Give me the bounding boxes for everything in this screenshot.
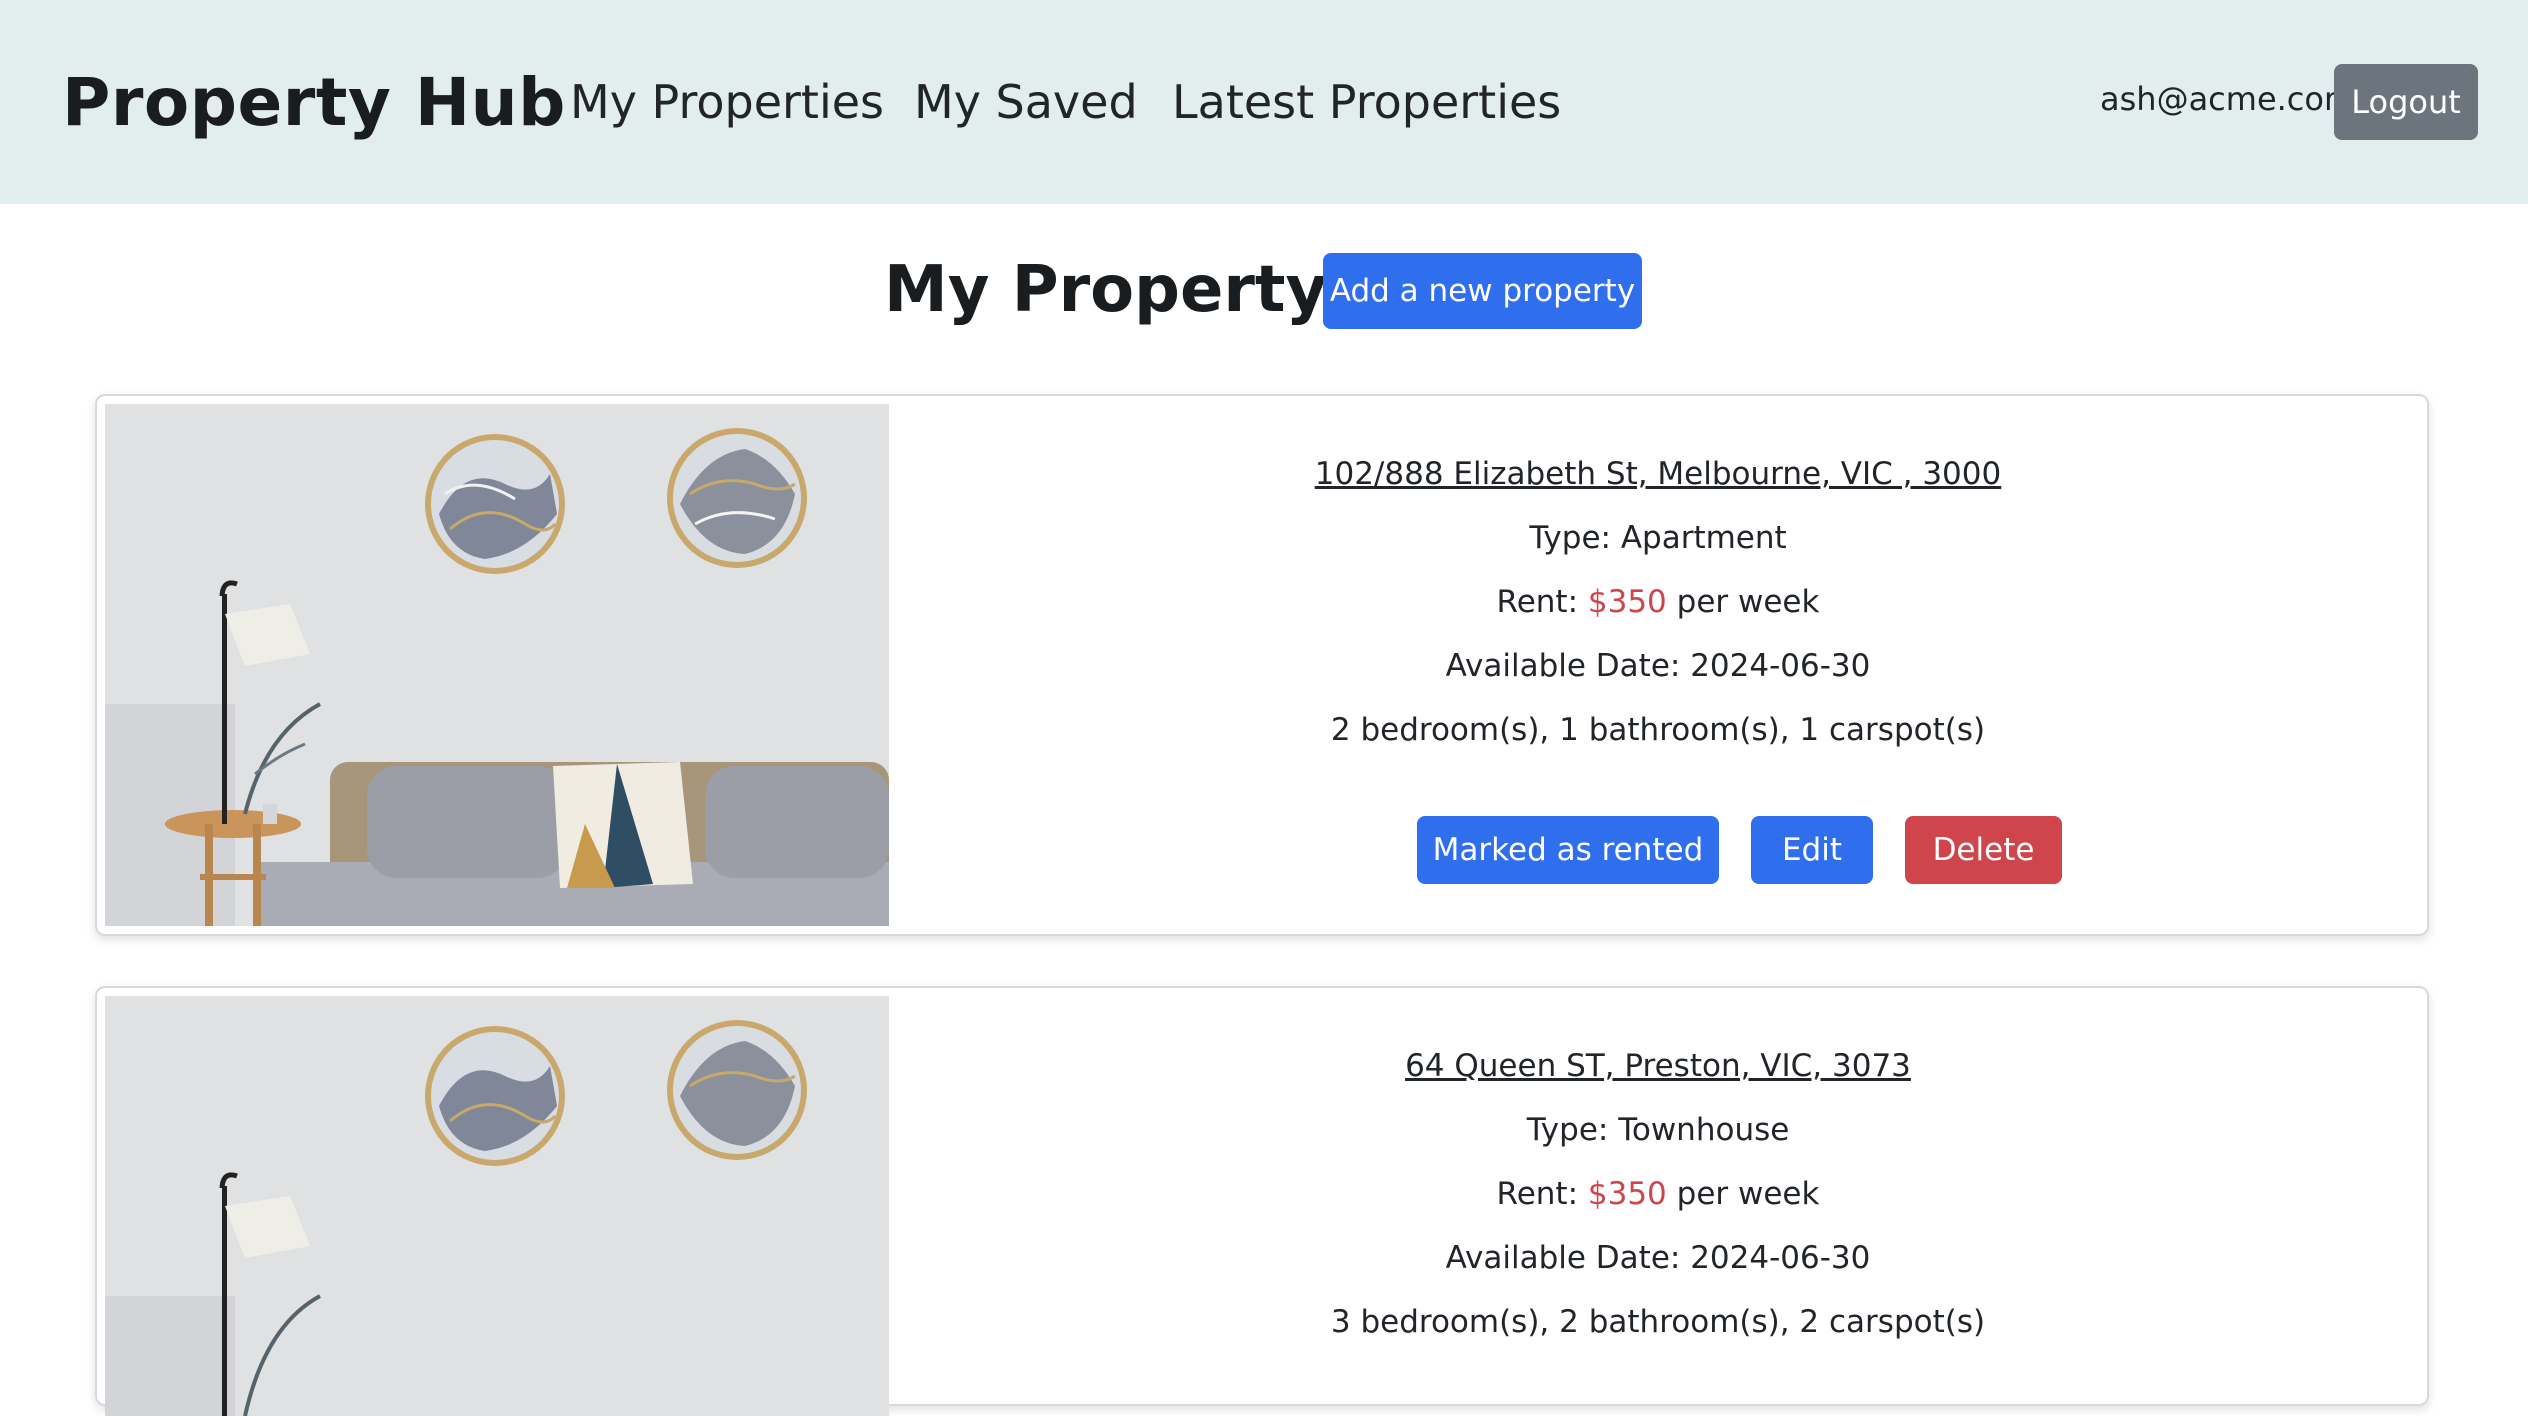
brand-logo[interactable]: Property Hub — [62, 58, 566, 148]
property-type: Type: Townhouse — [1526, 1112, 1790, 1148]
property-rent: Rent: $350 per week — [889, 1172, 2427, 1216]
property-card: 102/888 Elizabeth St, Melbourne, VIC , 3… — [95, 394, 2429, 936]
room-summary: 2 bedroom(s), 1 bathroom(s), 1 carspot(s… — [1330, 712, 1986, 748]
nav-latest-properties[interactable]: Latest Properties — [1172, 66, 1561, 138]
rent-label: Rent: — [1496, 1176, 1588, 1212]
add-property-button[interactable]: Add a new property — [1323, 253, 1642, 329]
property-photo[interactable] — [105, 996, 889, 1416]
mark-rented-button[interactable]: Marked as rented — [1417, 816, 1719, 884]
delete-button[interactable]: Delete — [1905, 816, 2062, 884]
edit-button[interactable]: Edit — [1751, 816, 1873, 884]
property-type: Type: Apartment — [1529, 520, 1787, 556]
rent-period: per week — [1666, 1176, 1820, 1212]
room-summary: 3 bedroom(s), 2 bathroom(s), 2 carspot(s… — [1330, 1304, 1986, 1340]
property-actions: Marked as rented Edit Delete — [889, 816, 2427, 884]
logout-button[interactable]: Logout — [2334, 64, 2478, 140]
nav-my-saved[interactable]: My Saved — [914, 66, 1138, 138]
bedroom-photo-image — [105, 404, 889, 926]
property-address-link[interactable]: 102/888 Elizabeth St, Melbourne, VIC , 3… — [889, 452, 2427, 496]
nav-my-properties[interactable]: My Properties — [570, 66, 884, 138]
page-title: My Property — [884, 253, 1328, 327]
property-card: 64 Queen ST, Preston, VIC, 3073 Type: To… — [95, 986, 2429, 1416]
rent-label: Rent: — [1496, 584, 1588, 620]
property-address-link[interactable]: 64 Queen ST, Preston, VIC, 3073 — [889, 1044, 2427, 1088]
available-date: Available Date: 2024-06-30 — [1445, 648, 1871, 684]
navbar: Property Hub My Properties My Saved Late… — [0, 0, 2528, 204]
property-photo[interactable] — [105, 404, 889, 926]
available-date: Available Date: 2024-06-30 — [1445, 1240, 1871, 1276]
bedroom-photo-image — [105, 996, 889, 1416]
rent-price: $350 — [1587, 1176, 1667, 1212]
user-email: ash@acme.com — [2100, 80, 2356, 118]
rent-period: per week — [1666, 584, 1820, 620]
rent-price: $350 — [1587, 584, 1667, 620]
property-rent: Rent: $350 per week — [889, 580, 2427, 624]
